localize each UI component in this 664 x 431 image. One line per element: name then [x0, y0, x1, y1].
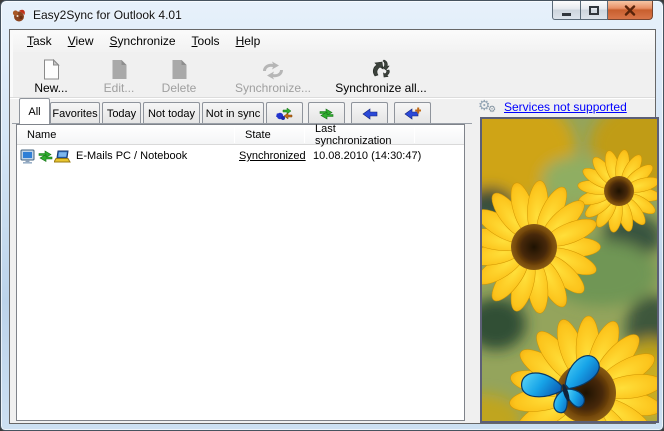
window-controls — [552, 1, 653, 20]
computer-icon — [20, 148, 37, 165]
tab-today[interactable]: Today — [102, 102, 141, 124]
new-button[interactable]: New... — [19, 54, 83, 95]
menu-synchronize[interactable]: Synchronize — [102, 32, 184, 50]
row-icons — [20, 148, 71, 165]
sync-both-ways-icon — [319, 107, 334, 121]
tab-not-in-sync[interactable]: Not in sync — [202, 102, 264, 124]
notebook-icon — [54, 149, 71, 165]
column-header-last-sync[interactable]: Last synchronization — [305, 125, 414, 145]
tab-filter-sync-all-directions[interactable] — [266, 102, 303, 124]
sync-arrows-icon — [38, 149, 53, 164]
maximize-icon — [589, 6, 599, 15]
synchronize-button: Synchronize... — [217, 54, 329, 95]
synchronize-icon — [260, 56, 286, 80]
row-state-link[interactable]: Synchronized — [239, 150, 306, 162]
app-icon — [11, 7, 27, 23]
sync-left-new-icon — [404, 107, 421, 120]
synchronize-all-button[interactable]: Synchronize all... — [323, 54, 439, 95]
row-name: E-Mails PC / Notebook — [76, 150, 187, 162]
menu-bar: Task View Synchronize Tools Help — [10, 30, 655, 52]
window-title: Easy2Sync for Outlook 4.01 — [33, 8, 182, 22]
tab-filter-sync-both-ways[interactable] — [308, 102, 345, 124]
new-document-icon — [43, 56, 60, 80]
toolbar: New... Edit... — [10, 52, 655, 97]
sunflower-photo — [480, 117, 659, 423]
services-row: ⚙⚙ Services not supported — [478, 97, 654, 117]
tab-filter-sync-left[interactable] — [351, 102, 388, 124]
sync-pairs-list[interactable]: Name State Last synchronization — [16, 124, 465, 421]
services-link[interactable]: Services not supported — [504, 100, 627, 114]
client-area: Task View Synchronize Tools Help New... — [9, 29, 656, 424]
close-button[interactable] — [608, 1, 653, 20]
gears-icon: ⚙⚙ — [478, 98, 500, 116]
column-header-state[interactable]: State — [235, 125, 304, 145]
table-row[interactable]: E-Mails PC / Notebook Synchronized 10.08… — [17, 146, 464, 166]
tab-all[interactable]: All — [19, 98, 50, 124]
tab-not-today[interactable]: Not today — [143, 102, 200, 124]
sync-all-directions-icon — [275, 106, 294, 121]
tab-favorites[interactable]: Favorites — [50, 102, 100, 124]
list-header: Name State Last synchronization — [17, 125, 464, 145]
menu-tools[interactable]: Tools — [184, 32, 228, 50]
row-last-sync: 10.08.2010 (14:30:47) — [313, 150, 421, 162]
column-header-name[interactable]: Name — [17, 125, 234, 145]
delete-document-icon — [171, 56, 188, 80]
column-separator[interactable] — [414, 127, 415, 143]
edit-button: Edit... — [89, 54, 149, 95]
minimize-icon — [562, 13, 571, 16]
titlebar[interactable]: Easy2Sync for Outlook 4.01 — [1, 1, 663, 29]
synchronize-all-icon — [366, 56, 396, 80]
minimize-button[interactable] — [552, 1, 581, 20]
tab-filter-sync-left-new[interactable] — [394, 102, 431, 124]
edit-document-icon — [111, 56, 128, 80]
maximize-button[interactable] — [581, 1, 608, 20]
app-window: Easy2Sync for Outlook 4.01 Task — [0, 0, 664, 431]
sync-left-icon — [362, 108, 378, 120]
menu-help[interactable]: Help — [228, 32, 269, 50]
delete-button: Delete — [149, 54, 209, 95]
close-icon — [624, 5, 636, 16]
menu-task[interactable]: Task — [19, 32, 60, 50]
menu-view[interactable]: View — [60, 32, 102, 50]
screenshot-root: Easy2Sync for Outlook 4.01 Task — [0, 0, 664, 431]
